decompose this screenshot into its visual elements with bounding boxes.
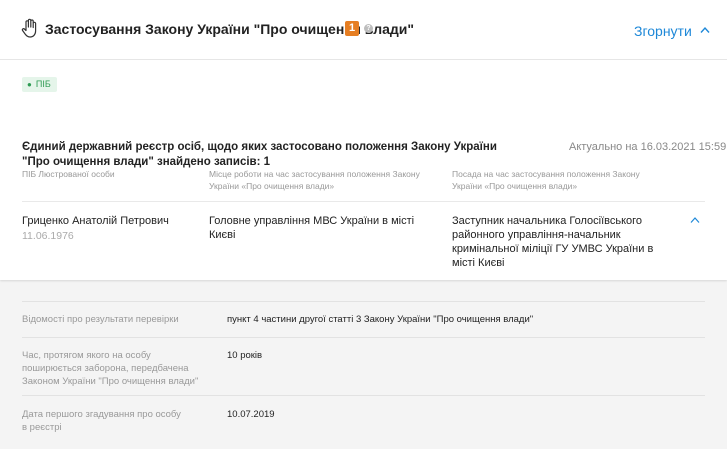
details-panel: Відомості про результати перевірки пункт…	[0, 282, 727, 449]
lustration-card: Застосування Закону України "Про очищенн…	[0, 0, 727, 280]
column-header-name: ПІБ Люстрованої особи	[22, 169, 115, 179]
details-divider	[22, 395, 705, 396]
filter-tag-label: ПІБ	[35, 79, 51, 89]
person-icon: ●	[27, 80, 32, 89]
card-header: Застосування Закону України "Про очищенн…	[0, 0, 727, 60]
detail-value: 10 років	[227, 350, 263, 361]
help-icon[interactable]: ?	[364, 24, 373, 33]
details-divider	[22, 301, 705, 302]
details-divider	[22, 337, 705, 338]
detail-label: Відомості про результати перевірки	[22, 314, 179, 325]
actual-date: Актуально на 16.03.2021 15:59	[569, 141, 727, 153]
position-value: Заступник начальника Голосіївського райо…	[452, 215, 654, 269]
detail-label: Дата першого згадування про особу в реєс…	[22, 409, 181, 433]
person-name: Гриценко Анатолій Петрович	[22, 215, 169, 227]
detail-value: 10.07.2019	[227, 409, 275, 420]
row-chevron-up-icon[interactable]	[690, 216, 700, 224]
row-divider	[22, 201, 705, 202]
detail-value: пункт 4 частини другої статті 3 Закону У…	[227, 314, 534, 325]
filter-tag-name[interactable]: ● ПІБ	[22, 77, 57, 92]
chevron-up-icon[interactable]	[700, 26, 710, 34]
hand-icon	[21, 18, 37, 38]
column-header-workplace: Місце роботи на час застосування положен…	[209, 169, 420, 191]
records-count-badge: 1	[345, 21, 359, 36]
workplace-value: Головне управління МВС України в місті К…	[209, 215, 415, 241]
person-birth-date: 11.06.1976	[22, 230, 74, 242]
detail-label: Час, протягом якого на особу поширюється…	[22, 350, 199, 387]
registry-title: Єдиний державний реєстр осіб, щодо яких …	[22, 141, 497, 168]
collapse-button[interactable]: Згорнути	[634, 23, 692, 39]
column-header-position: Посада на час застосування положення Зак…	[452, 169, 640, 191]
